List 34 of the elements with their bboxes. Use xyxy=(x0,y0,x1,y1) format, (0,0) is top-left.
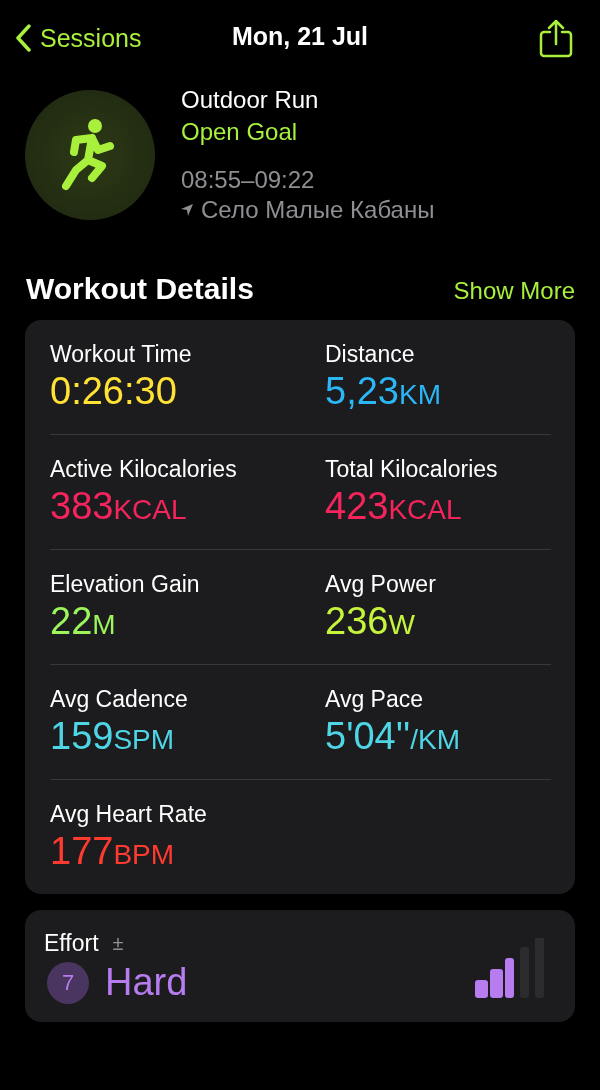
metric-value: 383KCAL xyxy=(50,485,188,528)
metric-value: 423KCAL xyxy=(325,485,463,528)
metric-value: 177BPM xyxy=(50,830,176,873)
location-arrow-icon xyxy=(181,204,193,216)
effort-rating: Hard xyxy=(105,961,188,1004)
metric-label: Workout Time xyxy=(50,341,193,368)
metric-label: Avg Cadence xyxy=(50,686,189,713)
effort-score: 7 xyxy=(47,961,89,1004)
effort-label: Effort xyxy=(44,930,99,957)
section-title: Workout Details xyxy=(26,272,254,306)
metric-label: Total Kilocalories xyxy=(325,456,499,483)
metric-label: Distance xyxy=(325,341,416,368)
adjust-symbol[interactable]: ± xyxy=(112,932,124,955)
show-more-link[interactable]: Show More xyxy=(453,277,575,305)
metric-label: Avg Pace xyxy=(325,686,425,713)
metric-value: 236W xyxy=(325,600,416,643)
workout-time: 08:55–09:22 xyxy=(181,166,316,194)
metric-label: Avg Power xyxy=(325,571,437,598)
metric-label: Avg Heart Rate xyxy=(50,801,208,828)
metric-value: 0:26:30 xyxy=(50,370,178,413)
metric-value: 5'04''/KM xyxy=(325,715,461,758)
effort-card[interactable]: Effort ± 7 Hard xyxy=(25,910,575,1022)
back-button[interactable]: Sessions xyxy=(14,23,142,53)
page-title: Mon, 21 Jul xyxy=(231,22,369,50)
metric-value: 159SPM xyxy=(50,715,176,758)
metric-label: Active Kilocalories xyxy=(50,456,238,483)
metric-value: 5,23KM xyxy=(325,370,442,413)
workout-name: Outdoor Run xyxy=(181,86,320,114)
metric-value: 22M xyxy=(50,600,117,643)
workout-goal: Open Goal xyxy=(181,118,299,146)
chevron-left-icon xyxy=(14,24,32,52)
metric-label: Elevation Gain xyxy=(50,571,201,598)
workout-location: Село Малые Кабаны xyxy=(201,196,435,224)
share-icon[interactable] xyxy=(538,18,574,58)
